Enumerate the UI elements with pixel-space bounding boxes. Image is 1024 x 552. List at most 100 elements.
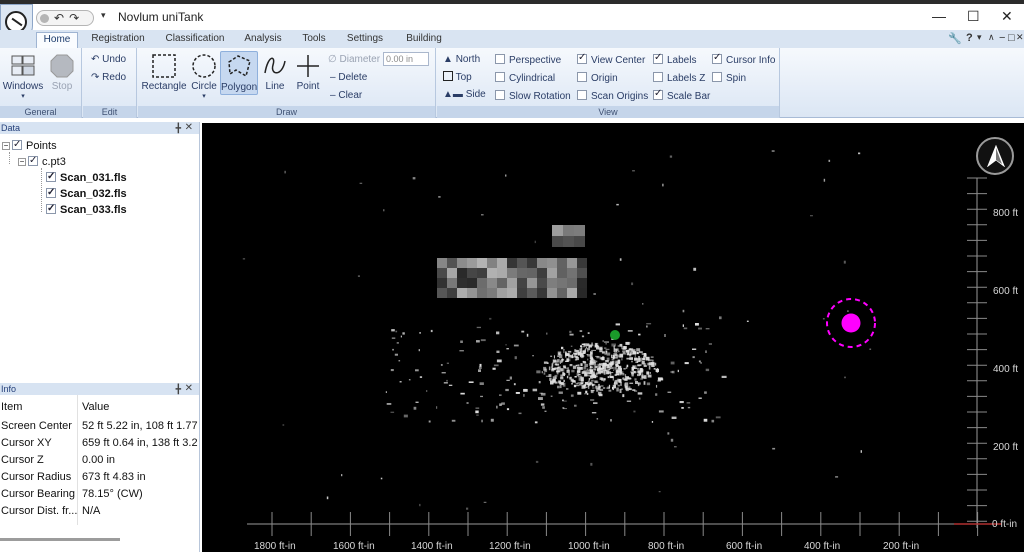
scan-origins-check-icon[interactable] bbox=[577, 90, 587, 100]
ribbon-collapse-icon[interactable]: ∧ bbox=[988, 32, 995, 43]
slow-rotation-checkbox[interactable]: Slow Rotation bbox=[495, 90, 571, 103]
rectangle-button[interactable]: Rectangle bbox=[140, 51, 188, 92]
point-cloud-point bbox=[513, 344, 519, 347]
mdi-minimize-button[interactable]: − bbox=[999, 32, 1005, 44]
tab-registration[interactable]: Registration bbox=[86, 32, 150, 48]
tree-node-scan[interactable]: Scan_031.fls bbox=[46, 170, 127, 185]
point-cloud-point bbox=[560, 368, 563, 372]
point-cloud-viewport[interactable]: 800 ft 600 ft 400 ft 200 ft 0 ft-in 1800… bbox=[202, 123, 1024, 552]
mdi-restore-button[interactable]: □ bbox=[1008, 32, 1015, 44]
scale-bar-check-icon[interactable] bbox=[653, 88, 663, 100]
side-view-button[interactable]: ▲▬ Side bbox=[443, 89, 486, 101]
scan-origins-checkbox[interactable]: Scan Origins bbox=[577, 90, 648, 103]
tab-analysis[interactable]: Analysis bbox=[240, 32, 286, 48]
point-cloud-point bbox=[566, 358, 569, 362]
north-compass-button[interactable] bbox=[976, 137, 1014, 175]
qat-circle-icon[interactable] bbox=[40, 13, 49, 23]
diameter-button[interactable]: ∅ Diameter bbox=[328, 54, 380, 66]
cursor-info-check-icon[interactable] bbox=[712, 52, 722, 64]
origin-check-icon[interactable] bbox=[577, 72, 587, 82]
windows-button[interactable]: Windows ▾ bbox=[2, 51, 44, 100]
info-horizontal-scrollbar[interactable] bbox=[0, 538, 120, 541]
pixel-cell bbox=[437, 288, 447, 298]
polygon-button[interactable]: Polygon bbox=[220, 51, 258, 95]
spin-check-icon[interactable] bbox=[712, 72, 722, 82]
points-check-icon[interactable] bbox=[12, 138, 22, 152]
tab-tools[interactable]: Tools bbox=[296, 32, 332, 48]
redo-arrow-icon[interactable]: ↷ bbox=[69, 11, 79, 25]
view-center-checkbox[interactable]: View Center bbox=[577, 52, 645, 67]
scan-check-icon[interactable] bbox=[46, 202, 56, 216]
green-scan-marker bbox=[610, 330, 620, 340]
pin-icon[interactable]: ╋ bbox=[176, 122, 181, 134]
point-cloud-point bbox=[693, 267, 697, 271]
pixel-cell bbox=[457, 258, 467, 268]
perspective-checkbox[interactable]: Perspective bbox=[495, 54, 561, 67]
value-column-header[interactable]: Value bbox=[82, 399, 198, 416]
close-button[interactable]: ✕ bbox=[1001, 9, 1013, 23]
cylindrical-check-icon[interactable] bbox=[495, 72, 505, 82]
perspective-check-icon[interactable] bbox=[495, 54, 505, 64]
collapse-icon[interactable]: − bbox=[2, 142, 10, 150]
circle-button[interactable]: Circle ▾ bbox=[190, 51, 218, 100]
tab-classification[interactable]: Classification bbox=[160, 32, 230, 48]
pin-icon[interactable]: ╋ bbox=[176, 383, 181, 395]
tab-building[interactable]: Building bbox=[398, 32, 450, 48]
point-cloud-point bbox=[391, 337, 396, 339]
point-cloud-point bbox=[586, 343, 590, 347]
minimize-button[interactable]: — bbox=[932, 9, 946, 23]
item-column-header[interactable]: Item bbox=[1, 399, 22, 416]
clear-button[interactable]: – Clear bbox=[330, 90, 362, 102]
point-cloud-point bbox=[602, 340, 604, 343]
rectangle-label: Rectangle bbox=[141, 81, 187, 92]
mdi-close-button[interactable]: ✕ bbox=[1016, 32, 1024, 43]
tab-settings[interactable]: Settings bbox=[342, 32, 388, 48]
north-view-button[interactable]: ▲ North bbox=[443, 54, 480, 66]
table-row: Cursor Radius 673 ft 4.83 in bbox=[0, 469, 200, 486]
delete-button[interactable]: – Delete bbox=[330, 72, 367, 84]
tree-node-points[interactable]: − Points bbox=[2, 138, 57, 153]
point-cloud-point bbox=[643, 365, 647, 367]
line-button[interactable]: Line bbox=[260, 51, 290, 92]
labels-z-check-icon[interactable] bbox=[653, 72, 663, 82]
point-cloud-point bbox=[607, 368, 610, 372]
point-cloud-canvas[interactable] bbox=[202, 123, 1024, 552]
help-icon[interactable]: ? bbox=[966, 32, 973, 44]
spin-checkbox[interactable]: Spin bbox=[712, 72, 746, 85]
diameter-input[interactable]: 0.00 in bbox=[383, 52, 429, 66]
cpt3-check-icon[interactable] bbox=[28, 154, 38, 168]
point-cloud-point bbox=[553, 355, 555, 359]
point-cloud-point bbox=[555, 377, 557, 379]
point-cloud-point bbox=[646, 382, 651, 386]
help-dropdown-icon[interactable]: ▾ bbox=[977, 32, 982, 43]
tree-node-scan[interactable]: Scan_033.fls bbox=[46, 202, 127, 217]
cylindrical-checkbox[interactable]: Cylindrical bbox=[495, 72, 555, 85]
redo-button[interactable]: ↷ Redo bbox=[91, 72, 126, 84]
qat-customize-dropdown-icon[interactable]: ▾ bbox=[101, 10, 106, 21]
stop-button[interactable]: Stop bbox=[46, 51, 78, 92]
labels-checkbox[interactable]: Labels bbox=[653, 52, 696, 67]
tab-home[interactable]: Home bbox=[36, 32, 78, 48]
close-icon[interactable]: ✕ bbox=[185, 383, 193, 395]
undo-arrow-icon[interactable]: ↶ bbox=[54, 11, 64, 25]
origin-checkbox[interactable]: Origin bbox=[577, 72, 618, 85]
tree-node-scan[interactable]: Scan_032.fls bbox=[46, 186, 127, 201]
labels-check-icon[interactable] bbox=[653, 52, 663, 64]
labels-z-checkbox[interactable]: Labels Z bbox=[653, 72, 705, 85]
tree-node-cpt3[interactable]: − c.pt3 bbox=[18, 154, 66, 169]
maximize-button[interactable]: ☐ bbox=[967, 9, 980, 23]
view-center-check-icon[interactable] bbox=[577, 52, 587, 64]
scan-check-icon[interactable] bbox=[46, 170, 56, 184]
scan-check-icon[interactable] bbox=[46, 186, 56, 200]
undo-button[interactable]: ↶ Undo bbox=[91, 54, 126, 66]
close-icon[interactable]: ✕ bbox=[185, 122, 193, 134]
collapse-icon[interactable]: − bbox=[18, 158, 26, 166]
windows-icon bbox=[11, 55, 35, 76]
cursor-info-checkbox[interactable]: Cursor Info bbox=[712, 52, 775, 67]
scale-bar-checkbox[interactable]: Scale Bar bbox=[653, 88, 710, 103]
point-button[interactable]: Point bbox=[292, 51, 324, 92]
wrench-icon[interactable]: 🔧 bbox=[948, 32, 962, 45]
top-view-button[interactable]: Top bbox=[443, 71, 472, 84]
point-cloud-point bbox=[396, 342, 399, 344]
slow-rotation-check-icon[interactable] bbox=[495, 90, 505, 100]
